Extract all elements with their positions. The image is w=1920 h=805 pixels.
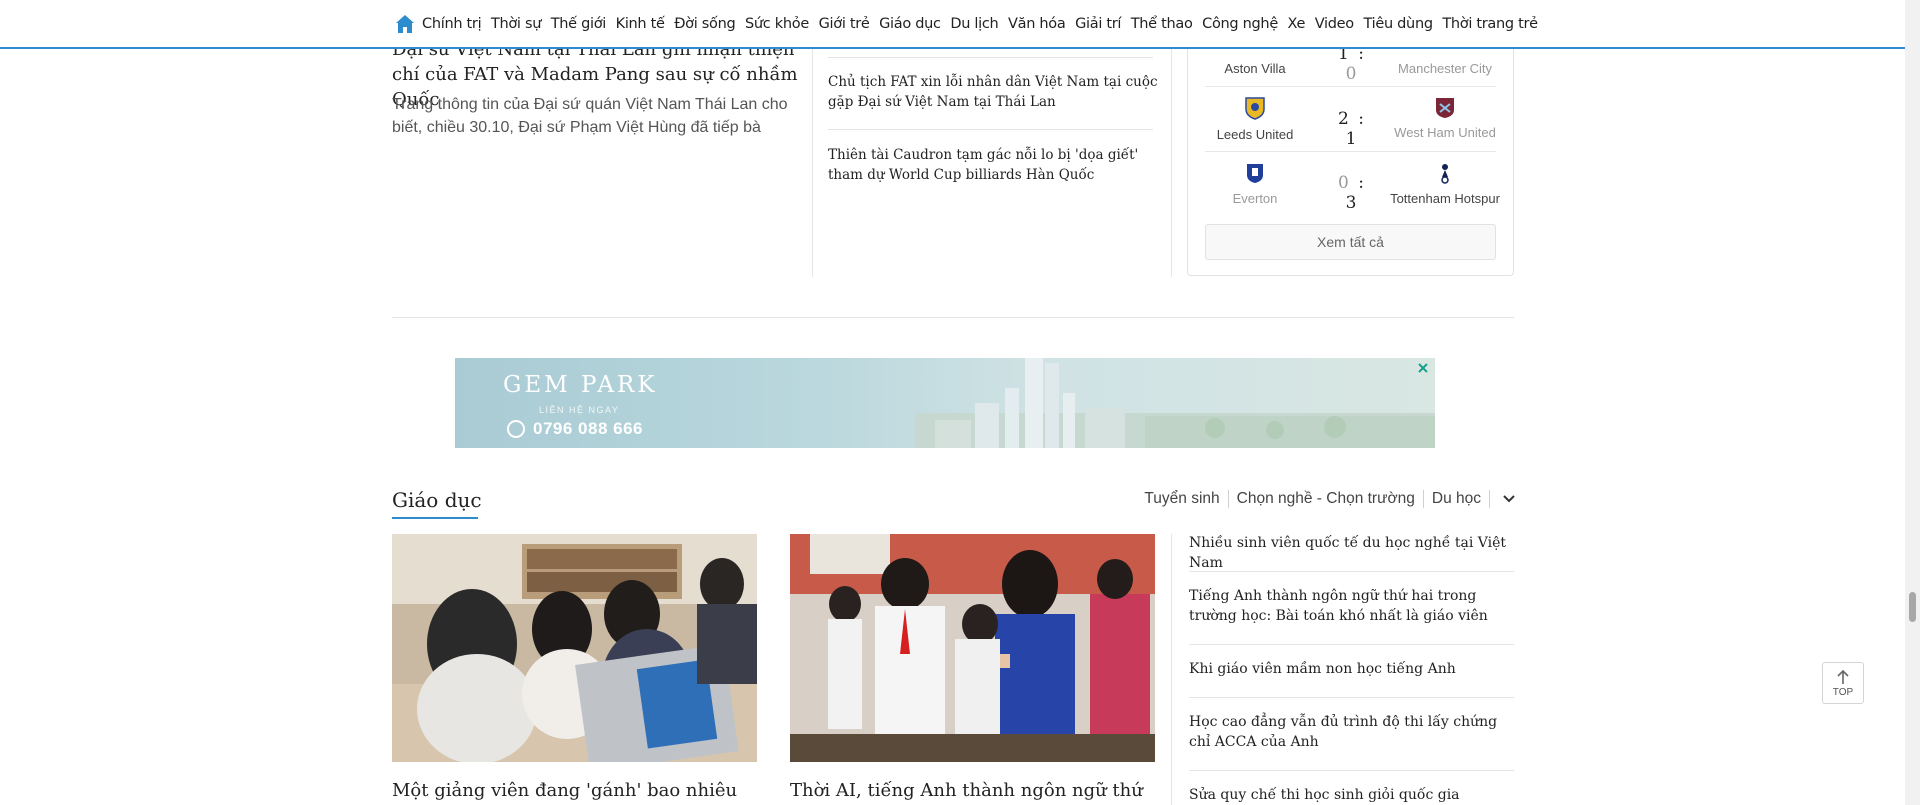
away-score: 0 [1345, 64, 1359, 84]
article-card-title[interactable]: Một giảng viên đang 'gánh' bao nhiêu [392, 778, 762, 803]
list-separator [1189, 697, 1514, 698]
chevron-down-icon[interactable] [1489, 490, 1515, 508]
away-team: Tottenham Hotspur [1390, 191, 1500, 206]
column-divider [1171, 49, 1172, 277]
away-team: West Ham United [1394, 125, 1496, 140]
page-scrollbar[interactable] [1905, 0, 1920, 805]
article-card-title[interactable]: Thời AI, tiếng Anh thành ngôn ngữ thứ [790, 778, 1160, 803]
west-ham-crest-icon [1436, 98, 1454, 118]
nav-item-suc-khoe[interactable]: Sức khỏe [745, 16, 809, 32]
arrow-up-icon [1837, 669, 1849, 684]
section-title-underline [392, 517, 478, 519]
column-divider [1171, 534, 1172, 805]
ad-skyline-image [915, 358, 1435, 448]
see-all-scores-button[interactable]: Xem tất cả [1205, 224, 1496, 260]
nav-item-tieu-dung[interactable]: Tiêu dùng [1363, 16, 1433, 32]
list-separator [828, 129, 1153, 130]
section-title[interactable]: Giáo dục [392, 488, 482, 512]
top-navigation: Chính trị Thời sự Thế giới Kinh tế Đời s… [0, 0, 1905, 49]
match-separator [1205, 151, 1496, 152]
nav-item-video[interactable]: Video [1315, 16, 1354, 32]
column-divider [812, 49, 813, 277]
match-score: 2 : 1 [1338, 109, 1366, 149]
scrollbar-thumb[interactable] [1909, 592, 1916, 622]
leeds-united-crest-icon [1245, 97, 1265, 120]
away-score: 1 [1345, 129, 1359, 149]
list-separator [1189, 770, 1514, 771]
home-score: 0 [1338, 173, 1351, 193]
side-article[interactable]: Khi giáo viên mầm non học tiếng Anh [1189, 659, 1519, 679]
away-team: Manchester City [1398, 61, 1492, 76]
nav-item-the-gioi[interactable]: Thế giới [551, 16, 607, 32]
related-article[interactable]: Thiên tài Caudron tạm gác nỗi lo bị 'dọa… [828, 145, 1158, 185]
nav-item-xe[interactable]: Xe [1288, 16, 1306, 32]
match-score: 1 : 0 [1338, 44, 1366, 84]
nav-menu: Chính trị Thời sự Thế giới Kinh tế Đời s… [422, 0, 1547, 47]
tottenham-crest-icon [1441, 164, 1449, 184]
ad-cta: LIÊN HỆ NGAY [539, 405, 620, 415]
back-to-top-label: TOP [1832, 687, 1854, 698]
home-team: Everton [1232, 191, 1278, 206]
section-divider [392, 317, 1514, 318]
ad-phone: 0796 088 666 [533, 419, 643, 438]
nav-item-thoi-su[interactable]: Thời sự [491, 16, 542, 32]
article-image-students-laptop[interactable] [392, 534, 757, 762]
section-subnav: Tuyển sinh Chọn nghề - Chọn trường Du họ… [1136, 490, 1515, 508]
article-image-school-ceremony[interactable] [790, 534, 1155, 762]
list-separator [1189, 571, 1514, 572]
back-to-top-button[interactable]: TOP [1822, 662, 1864, 704]
nav-item-giao-duc[interactable]: Giáo dục [879, 16, 941, 32]
related-article[interactable]: Chủ tịch FAT xin lỗi nhân dân Việt Nam t… [828, 72, 1158, 112]
nav-item-the-thao[interactable]: Thể thao [1131, 16, 1193, 32]
ad-brand: GEM PARK [503, 372, 658, 398]
nav-item-gioi-tre[interactable]: Giới trẻ [819, 16, 870, 32]
nav-item-thoi-trang-tre[interactable]: Thời trang trẻ [1442, 16, 1538, 32]
home-score: 2 [1338, 109, 1351, 129]
match-score: 0 : 3 [1338, 173, 1366, 213]
nav-item-cong-nghe[interactable]: Công nghệ [1202, 16, 1278, 32]
home-team: Leeds United [1216, 127, 1294, 142]
list-separator [828, 57, 1153, 58]
nav-item-kinh-te[interactable]: Kinh tế [616, 16, 665, 32]
match-row[interactable]: Everton 0 : 3 Tottenham Hotspur [1188, 157, 1513, 219]
nav-item-van-hoa[interactable]: Văn hóa [1008, 16, 1066, 32]
lead-article-sapo: Trang thông tin của Đại sứ quán Việt Nam… [392, 96, 788, 136]
side-article[interactable]: Sửa quy chế thi học sinh giỏi quốc gia [1189, 785, 1519, 805]
advertisement-banner[interactable]: GEM PARK LIÊN HỆ NGAY 0796 088 666 [455, 358, 1435, 448]
side-article[interactable]: Học cao đẳng vẫn đủ trình độ thi lấy chứ… [1189, 712, 1519, 752]
subnav-chon-nghe[interactable]: Chọn nghề - Chọn trường [1227, 490, 1423, 508]
away-score: 3 [1345, 193, 1359, 213]
side-article[interactable]: Nhiều sinh viên quốc tế du học nghề tại … [1189, 533, 1519, 573]
home-icon[interactable] [394, 13, 416, 35]
everton-crest-icon [1247, 164, 1263, 183]
home-team: Aston Villa [1224, 61, 1286, 76]
phone-icon [507, 420, 525, 438]
nav-item-doi-song[interactable]: Đời sống [674, 16, 735, 32]
adchoices-icon[interactable] [1417, 362, 1429, 374]
side-article[interactable]: Tiếng Anh thành ngôn ngữ thứ hai trong t… [1189, 586, 1519, 626]
match-row[interactable]: Leeds United 2 : 1 West Ham United [1188, 92, 1513, 154]
nav-item-du-lich[interactable]: Du lịch [950, 16, 998, 32]
nav-item-chinh-tri[interactable]: Chính trị [422, 16, 482, 32]
match-separator [1205, 86, 1496, 87]
list-separator [1189, 644, 1514, 645]
subnav-du-hoc[interactable]: Du học [1422, 490, 1489, 508]
nav-item-giai-tri[interactable]: Giải trí [1075, 16, 1121, 32]
subnav-tuyen-sinh[interactable]: Tuyển sinh [1136, 490, 1227, 508]
